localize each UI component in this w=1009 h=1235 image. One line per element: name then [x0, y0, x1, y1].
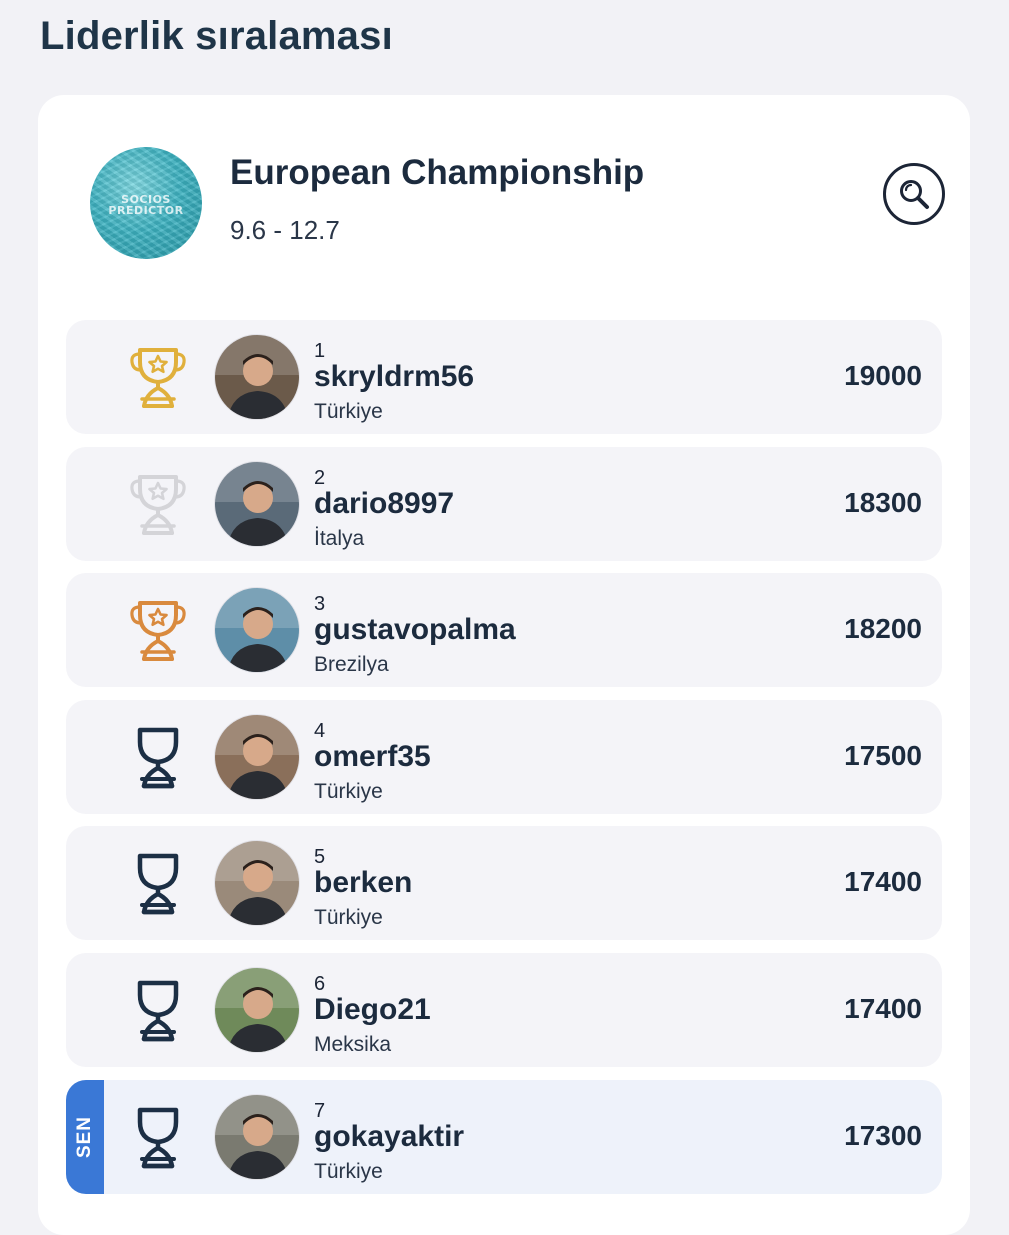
leaderboard-list: 1 skryldrm56 Türkiye 19000 2 dario8997 İtalya 1…	[66, 320, 942, 1206]
score: 17400	[844, 992, 922, 1024]
search-button[interactable]	[883, 163, 945, 225]
avatar[interactable]	[214, 966, 300, 1053]
score: 17300	[844, 1119, 922, 1151]
avatar[interactable]	[214, 460, 300, 547]
leaderboard-row[interactable]: 5 berken Türkiye 17400	[66, 826, 942, 941]
leaderboard-row[interactable]: 3 gustavopalma Brezilya 18200	[66, 573, 942, 688]
league-dates: 9.6 - 12.7	[230, 215, 340, 245]
avatar[interactable]	[214, 587, 300, 674]
username: dario8997	[314, 486, 455, 520]
avatar[interactable]	[214, 713, 300, 800]
username: skryldrm56	[314, 360, 475, 393]
country: İtalya	[314, 526, 365, 550]
trophy-icon	[128, 850, 188, 918]
username: gustavopalma	[314, 613, 516, 647]
score: 18200	[844, 613, 922, 645]
page-title: Liderlik sıralaması	[40, 14, 393, 58]
country: Meksika	[314, 1032, 392, 1056]
leaderboard-row[interactable]: 2 dario8997 İtalya 18300	[66, 446, 942, 561]
country: Türkiye	[314, 906, 383, 930]
logo-text-line2: PREDICTOR	[108, 204, 184, 217]
country: Brezilya	[314, 653, 389, 677]
score: 17500	[844, 739, 922, 771]
leaderboard-row[interactable]: 4 omerf35 Türkiye 17500	[66, 699, 942, 814]
current-user-label: SEN	[74, 1115, 96, 1158]
avatar[interactable]	[214, 334, 300, 420]
leaderboard-row[interactable]: 6 Diego21 Meksika 17400	[66, 952, 942, 1067]
silver-trophy-icon	[128, 471, 188, 539]
trophy-icon	[128, 1104, 188, 1172]
avatar[interactable]	[214, 1093, 300, 1180]
score: 19000	[844, 360, 922, 391]
leaderboard-card: SOCIOS PREDICTOR European Championship 9…	[38, 95, 970, 1235]
trophy-icon	[128, 977, 188, 1045]
username: omerf35	[314, 739, 431, 773]
country: Türkiye	[314, 779, 383, 803]
country: Türkiye	[314, 1159, 383, 1183]
username: Diego21	[314, 992, 431, 1026]
score: 17400	[844, 866, 922, 898]
score: 18300	[844, 486, 922, 518]
league-name: European Championship	[230, 153, 645, 192]
trophy-icon	[128, 724, 188, 792]
current-user-tab: SEN	[66, 1079, 104, 1194]
username: berken	[314, 866, 413, 900]
bronze-trophy-icon	[128, 597, 188, 665]
avatar[interactable]	[214, 840, 300, 927]
logo-text: SOCIOS PREDICTOR	[90, 194, 202, 216]
username: gokayaktir	[314, 1119, 465, 1153]
gold-trophy-icon	[128, 344, 188, 412]
leaderboard-row[interactable]: 1 skryldrm56 Türkiye 19000	[66, 320, 942, 434]
country: Türkiye	[314, 400, 383, 423]
search-icon	[900, 180, 929, 209]
league-logo: SOCIOS PREDICTOR	[90, 147, 202, 259]
leaderboard-row[interactable]: SEN 7 gokayaktir Türkiye 17300	[66, 1079, 942, 1194]
